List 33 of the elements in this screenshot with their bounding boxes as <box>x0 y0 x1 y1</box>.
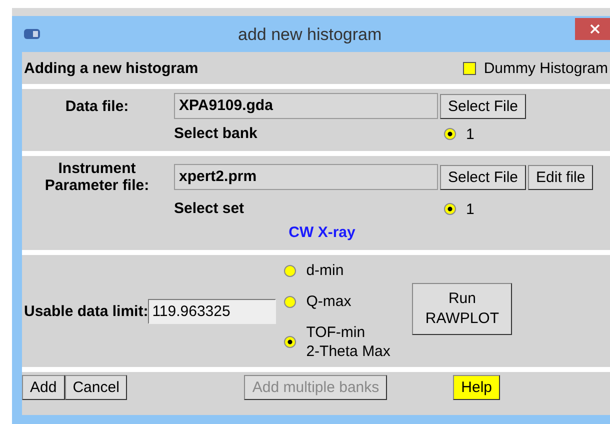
checkbox[interactable] <box>462 62 476 74</box>
run-rawplot-button[interactable]: Run RAWPLOT <box>412 283 512 335</box>
radio-label: 1 <box>466 126 474 142</box>
radio-button[interactable] <box>444 203 456 215</box>
radio-label: 1 <box>466 200 474 218</box>
dialog-button[interactable]: Cancel <box>64 375 128 400</box>
dialog-heading: Adding a new histogram <box>24 60 198 76</box>
field-label: Instrument Parameter file: <box>44 160 150 194</box>
radio-button[interactable] <box>444 128 456 140</box>
input-field[interactable]: XPA9109.gda <box>174 93 438 119</box>
close-icon <box>590 24 600 34</box>
select-label: Select set <box>174 199 246 219</box>
radio-button[interactable] <box>284 264 296 276</box>
radio-label: Q-max <box>306 292 352 311</box>
window-title: add new histogram <box>238 25 382 45</box>
select-file-button[interactable]: Select File <box>440 164 526 190</box>
instrument-type-note: CW X-ray <box>288 224 356 243</box>
input-field[interactable]: xpert2.prm <box>174 164 438 190</box>
radio-label: d-min <box>306 261 344 280</box>
radio-label: TOF-min 2-Theta Max <box>306 323 390 361</box>
dialog-button[interactable]: Help <box>453 375 500 400</box>
dialog-button[interactable]: Add <box>22 375 65 400</box>
select-label: Select bank <box>174 124 258 144</box>
field-label: Data file: <box>64 98 130 114</box>
close-button[interactable] <box>575 18 610 40</box>
radio-button[interactable] <box>284 296 296 308</box>
edit-file-button[interactable]: Edit file <box>528 164 594 190</box>
app-icon <box>24 29 40 39</box>
input-field[interactable]: 119.963325 <box>148 298 276 324</box>
field-label: Usable data limit: <box>24 302 148 320</box>
radio-button[interactable] <box>284 336 296 348</box>
checkbox-label: Dummy Histogram <box>484 60 608 76</box>
select-file-button[interactable]: Select File <box>440 94 526 118</box>
